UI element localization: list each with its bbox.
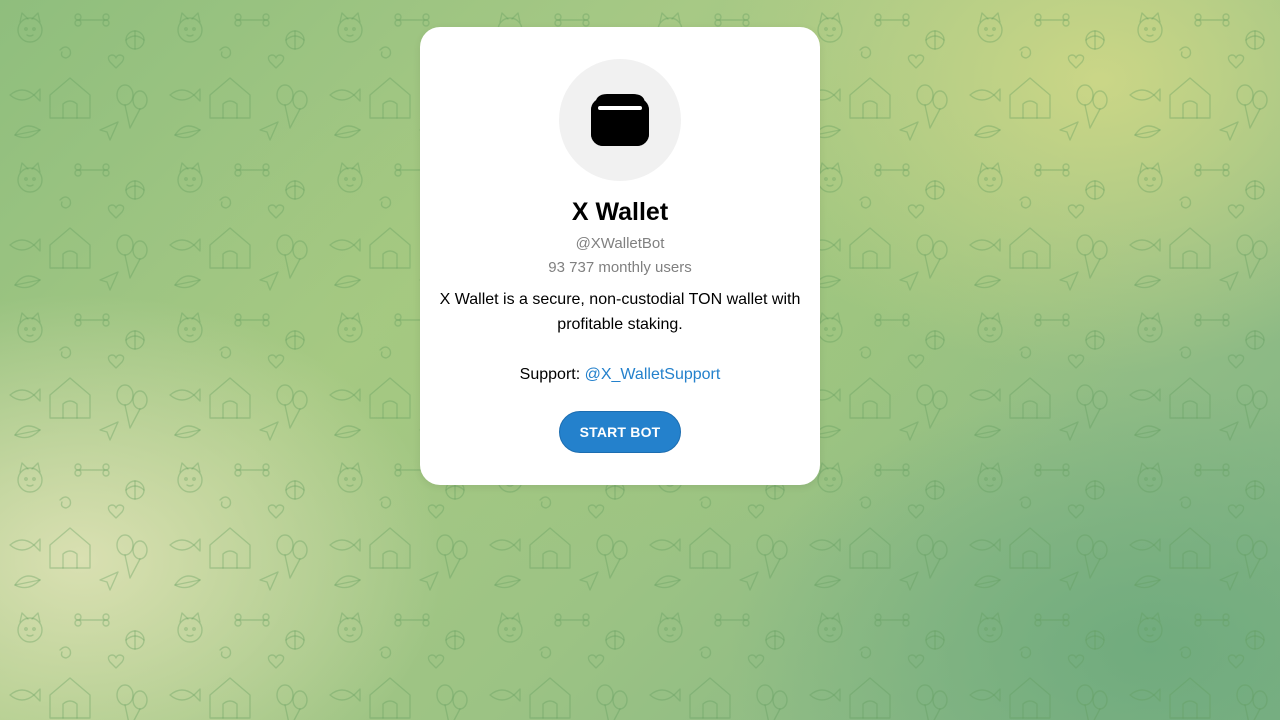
bot-description: X Wallet is a secure, non-custodial TON … <box>439 291 801 333</box>
bot-name: X Wallet <box>571 198 669 226</box>
support-label: Support: <box>519 366 585 383</box>
monthly-users-count: 93 737 monthly users <box>548 259 692 276</box>
support-link[interactable]: @X_WalletSupport <box>585 366 721 383</box>
wallet-icon <box>591 94 649 146</box>
support-line: Support: @X_WalletSupport <box>420 362 820 387</box>
bot-profile-card: X Wallet @XWalletBot 93 737 monthly user… <box>420 27 820 485</box>
bot-username: @XWalletBot <box>575 235 665 252</box>
bot-avatar <box>559 59 681 181</box>
start-bot-button[interactable]: START BOT <box>559 411 681 453</box>
